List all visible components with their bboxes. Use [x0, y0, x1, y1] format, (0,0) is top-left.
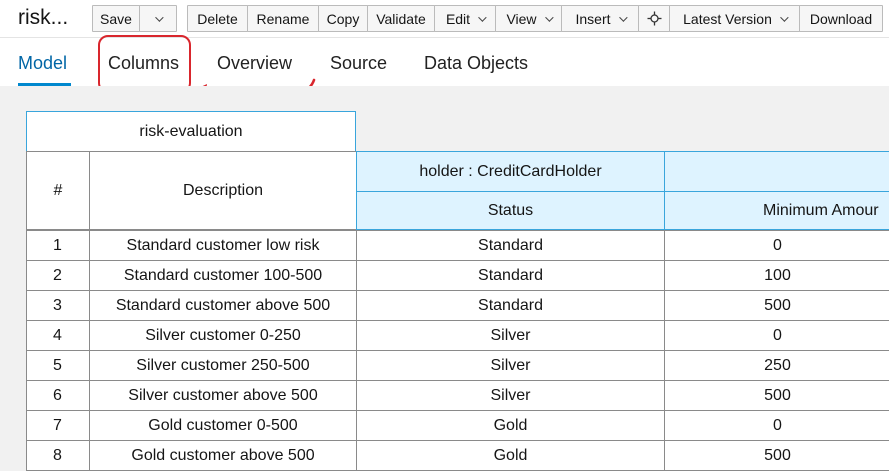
row-number-cell[interactable]: 4 [26, 320, 90, 351]
minimum-amount-value: 500 [764, 296, 791, 314]
row-number-cell[interactable]: 7 [26, 410, 90, 441]
edit-menu-label: Edit [445, 10, 471, 27]
header-minimum-amount[interactable]: Minimum Amour [664, 191, 889, 230]
annotation-highlight-box [98, 35, 191, 93]
header-row-number[interactable]: # [26, 151, 90, 230]
header-status[interactable]: Status [356, 191, 665, 230]
copy-button[interactable]: Copy [318, 5, 368, 32]
edit-menu-button[interactable]: Edit [434, 5, 496, 32]
status-cell[interactable]: Silver [356, 320, 665, 351]
row-number-cell[interactable]: 3 [26, 290, 90, 321]
row-number-cell[interactable]: 5 [26, 350, 90, 381]
minimum-amount-value: 0 [773, 416, 782, 434]
status-cell[interactable]: Silver [356, 380, 665, 411]
latest-version-menu-button[interactable]: Latest Version [669, 5, 800, 32]
minimum-amount-cell[interactable]: 0 [664, 410, 889, 441]
header-pattern[interactable]: holder : CreditCardHolder [356, 151, 665, 192]
row-number-cell[interactable]: 2 [26, 260, 90, 291]
minimum-amount-value: 0 [773, 326, 782, 344]
tab-overview[interactable]: Overview [217, 53, 292, 74]
latest-version-label: Latest Version [683, 10, 772, 27]
crosshair-icon [647, 11, 661, 26]
chevron-down-icon [478, 12, 487, 22]
row-number-cell[interactable]: 6 [26, 380, 90, 411]
validate-button[interactable]: Validate [367, 5, 435, 32]
description-cell[interactable]: Silver customer 0-250 [89, 320, 357, 351]
minimum-amount-cell[interactable]: 0 [664, 230, 889, 261]
view-menu-button[interactable]: View [495, 5, 562, 32]
save-dropdown-button[interactable] [139, 5, 177, 32]
delete-button[interactable]: Delete [187, 5, 248, 32]
tab-model[interactable]: Model [18, 53, 67, 74]
minimum-amount-value: 100 [764, 266, 791, 284]
minimum-amount-value: 500 [764, 446, 791, 464]
minimum-amount-cell[interactable]: 250 [664, 350, 889, 381]
status-cell[interactable]: Standard [356, 260, 665, 291]
tab-source[interactable]: Source [330, 53, 387, 74]
row-number-cell[interactable]: 8 [26, 440, 90, 471]
status-cell[interactable]: Standard [356, 290, 665, 321]
table-name-cell[interactable]: risk-evaluation [26, 111, 356, 152]
status-cell[interactable]: Gold [356, 410, 665, 441]
expand-button[interactable] [638, 5, 670, 32]
minimum-amount-value: 0 [773, 236, 782, 254]
minimum-amount-cell[interactable]: 500 [664, 290, 889, 321]
minimum-amount-value: 250 [764, 356, 791, 374]
tab-data-objects[interactable]: Data Objects [424, 53, 528, 74]
status-cell[interactable]: Standard [356, 230, 665, 261]
insert-menu-label: Insert [575, 10, 611, 27]
description-cell[interactable]: Gold customer above 500 [89, 440, 357, 471]
minimum-amount-cell[interactable]: 0 [664, 320, 889, 351]
description-cell[interactable]: Standard customer 100-500 [89, 260, 357, 291]
minimum-amount-cell[interactable]: 500 [664, 440, 889, 471]
download-button[interactable]: Download [799, 5, 883, 32]
rename-button[interactable]: Rename [247, 5, 319, 32]
chevron-down-icon [544, 12, 554, 22]
status-cell[interactable]: Gold [356, 440, 665, 471]
chevron-down-icon [155, 12, 164, 22]
editor-toolbar: risk... Save Delete Rename Copy Validate… [0, 0, 889, 38]
header-description[interactable]: Description [89, 151, 357, 230]
description-cell[interactable]: Silver customer above 500 [89, 380, 357, 411]
header-pattern-continued[interactable] [664, 151, 889, 192]
minimum-amount-cell[interactable]: 100 [664, 260, 889, 291]
description-cell[interactable]: Standard customer above 500 [89, 290, 357, 321]
row-number-cell[interactable]: 1 [26, 230, 90, 261]
minimum-amount-value: 500 [764, 386, 791, 404]
asset-title: risk... [18, 6, 69, 29]
chevron-down-icon [618, 12, 628, 22]
description-cell[interactable]: Silver customer 250-500 [89, 350, 357, 381]
save-button[interactable]: Save [92, 5, 140, 32]
minimum-amount-cell[interactable]: 500 [664, 380, 889, 411]
chevron-down-icon [780, 12, 789, 22]
description-cell[interactable]: Gold customer 0-500 [89, 410, 357, 441]
view-menu-label: View [506, 10, 537, 27]
description-cell[interactable]: Standard customer low risk [89, 230, 357, 261]
insert-menu-button[interactable]: Insert [561, 5, 639, 32]
status-cell[interactable]: Silver [356, 350, 665, 381]
